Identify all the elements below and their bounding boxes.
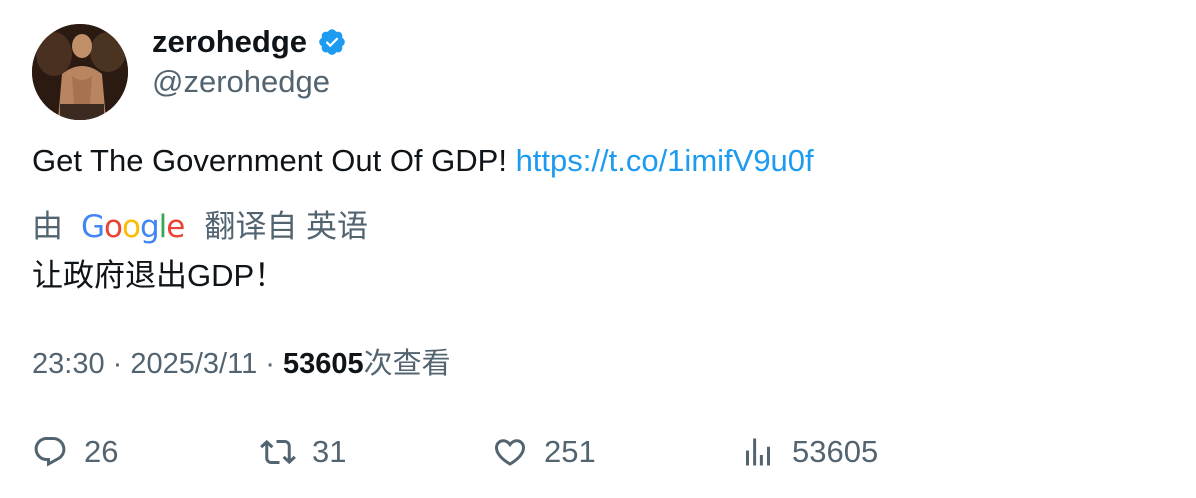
view-count-label: 次查看 [363,348,451,380]
views-icon [746,438,770,466]
translated-by-prefix: 由 [32,209,63,244]
like-count: 251 [544,434,596,469]
like-button[interactable]: 251 [492,430,596,474]
retweet-icon [260,439,296,465]
retweet-count: 31 [312,434,347,469]
reply-count: 26 [84,434,119,469]
avatar[interactable] [32,24,128,120]
tweet-text: Get The Government Out Of GDP! https://t… [32,141,814,181]
author-name-row[interactable]: zerohedge [152,22,347,62]
meta-separator: · [257,348,284,380]
author-handle[interactable]: @zerohedge [152,62,330,102]
meta-separator: · [104,348,131,380]
retweet-button[interactable]: 31 [260,430,346,474]
tweet-date[interactable]: 2025/3/11 [130,348,257,380]
tweet-time[interactable]: 23:30 [32,348,105,380]
author-display-name[interactable]: zerohedge [152,22,307,62]
views-button[interactable]: 53605 [740,430,878,474]
translated-by-suffix: 翻译自 英语 [204,209,368,244]
translated-by: 由 Google 翻译自 英语 [32,207,368,247]
tweet-meta: 23:30 · 2025/3/11 · 53605次查看 [32,344,451,384]
tweet-link[interactable]: https://t.co/1imifV9u0f [516,143,814,178]
reply-icon [34,437,66,467]
translation-text: 让政府退出GDP！ [32,258,286,293]
like-icon [494,439,526,466]
view-count: 53605 [283,348,364,380]
avatar-image [32,24,128,120]
verified-badge-icon [319,29,345,55]
tweet-body: Get The Government Out Of GDP! [32,143,516,178]
google-logo[interactable]: Google [81,207,185,247]
views-count: 53605 [792,434,879,469]
reply-button[interactable]: 26 [32,430,118,474]
